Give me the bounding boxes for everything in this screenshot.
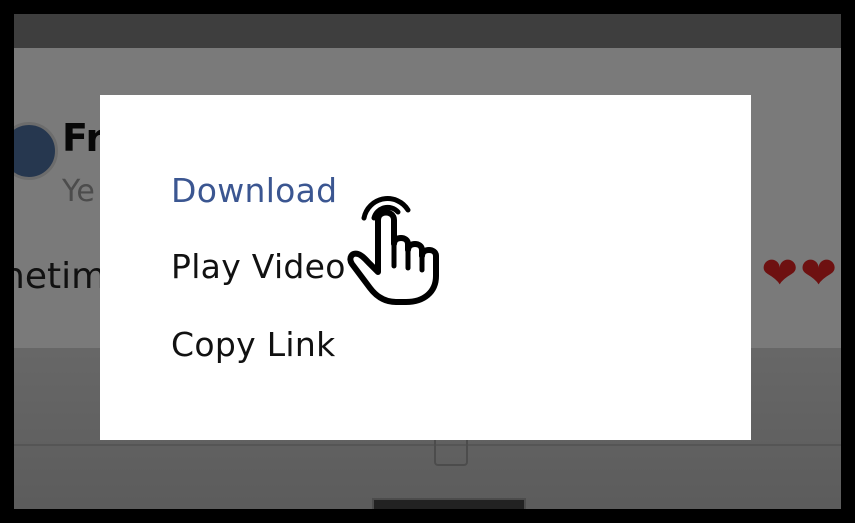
menu-item-download[interactable]: Download xyxy=(171,171,337,210)
pointing-hand-icon xyxy=(347,196,439,305)
menu-item-play-video[interactable]: Play Video xyxy=(171,247,346,286)
menu-item-copy-link[interactable]: Copy Link xyxy=(171,325,335,364)
